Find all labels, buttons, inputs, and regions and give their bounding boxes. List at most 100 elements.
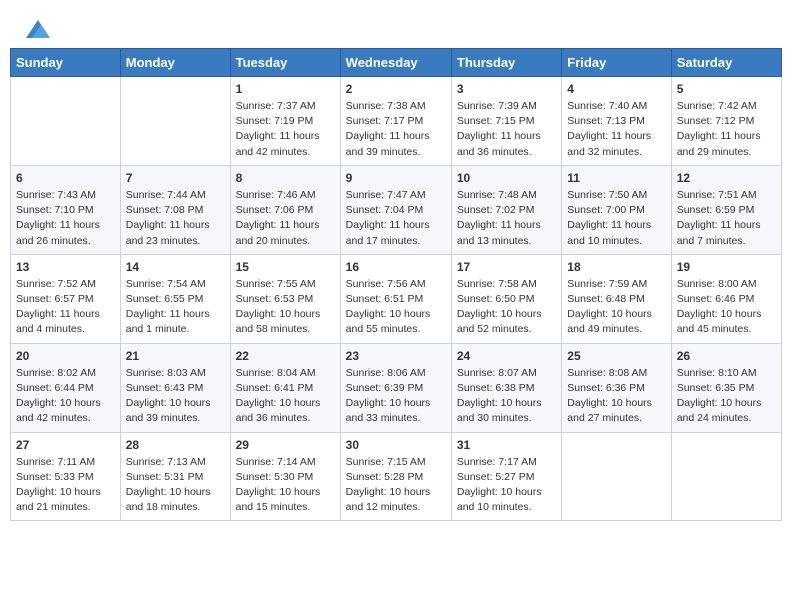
logo-icon	[26, 20, 50, 38]
day-number: 7	[126, 171, 225, 185]
day-info: Sunrise: 7:14 AM Sunset: 5:30 PM Dayligh…	[236, 455, 335, 516]
calendar-cell: 16 Sunrise: 7:56 AM Sunset: 6:51 PM Dayli…	[340, 254, 451, 343]
day-info: Sunrise: 7:42 AM Sunset: 7:12 PM Dayligh…	[677, 99, 776, 160]
day-number: 9	[346, 171, 446, 185]
day-info: Sunrise: 8:07 AM Sunset: 6:38 PM Dayligh…	[457, 366, 556, 427]
day-number: 11	[567, 171, 665, 185]
day-number: 4	[567, 82, 665, 96]
calendar-cell: 2Sunrise: 7:38 AM Sunset: 7:17 PM Daylig…	[340, 77, 451, 166]
calendar-cell: 13 Sunrise: 7:52 AM Sunset: 6:57 PM Dayli…	[11, 254, 121, 343]
calendar-cell: 6 Sunrise: 7:43 AM Sunset: 7:10 PM Daylig…	[11, 165, 121, 254]
calendar-cell: 15 Sunrise: 7:55 AM Sunset: 6:53 PM Dayli…	[230, 254, 340, 343]
day-info: Sunrise: 7:59 AM Sunset: 6:48 PM Dayligh…	[567, 277, 665, 338]
calendar-cell: 11 Sunrise: 7:50 AM Sunset: 7:00 PM Dayli…	[562, 165, 671, 254]
day-info: Sunrise: 7:55 AM Sunset: 6:53 PM Dayligh…	[236, 277, 335, 338]
day-number: 23	[346, 349, 446, 363]
day-info: Sunrise: 7:50 AM Sunset: 7:00 PM Dayligh…	[567, 188, 665, 249]
day-number: 10	[457, 171, 556, 185]
logo	[20, 20, 54, 38]
day-number: 22	[236, 349, 335, 363]
day-info: Sunrise: 8:06 AM Sunset: 6:39 PM Dayligh…	[346, 366, 446, 427]
calendar-cell: 26Sunrise: 8:10 AM Sunset: 6:35 PM Dayli…	[671, 343, 781, 432]
calendar-cell: 18 Sunrise: 7:59 AM Sunset: 6:48 PM Dayli…	[562, 254, 671, 343]
calendar-week-row: 27Sunrise: 7:11 AM Sunset: 5:33 PM Dayli…	[11, 432, 782, 521]
calendar-cell: 29 Sunrise: 7:14 AM Sunset: 5:30 PM Dayli…	[230, 432, 340, 521]
calendar-cell: 23 Sunrise: 8:06 AM Sunset: 6:39 PM Dayli…	[340, 343, 451, 432]
day-number: 29	[236, 438, 335, 452]
day-info: Sunrise: 7:13 AM Sunset: 5:31 PM Dayligh…	[126, 455, 225, 516]
day-info: Sunrise: 7:11 AM Sunset: 5:33 PM Dayligh…	[16, 455, 115, 516]
day-info: Sunrise: 8:08 AM Sunset: 6:36 PM Dayligh…	[567, 366, 665, 427]
day-number: 26	[677, 349, 776, 363]
day-number: 18	[567, 260, 665, 274]
day-info: Sunrise: 7:52 AM Sunset: 6:57 PM Dayligh…	[16, 277, 115, 338]
day-info: Sunrise: 7:15 AM Sunset: 5:28 PM Dayligh…	[346, 455, 446, 516]
calendar-cell	[562, 432, 671, 521]
day-info: Sunrise: 7:40 AM Sunset: 7:13 PM Dayligh…	[567, 99, 665, 160]
weekday-header: Thursday	[451, 49, 561, 77]
day-info: Sunrise: 7:43 AM Sunset: 7:10 PM Dayligh…	[16, 188, 115, 249]
weekday-header: Tuesday	[230, 49, 340, 77]
day-info: Sunrise: 8:03 AM Sunset: 6:43 PM Dayligh…	[126, 366, 225, 427]
calendar-cell: 3Sunrise: 7:39 AM Sunset: 7:15 PM Daylig…	[451, 77, 561, 166]
day-number: 30	[346, 438, 446, 452]
calendar-cell: 22Sunrise: 8:04 AM Sunset: 6:41 PM Dayli…	[230, 343, 340, 432]
calendar-cell: 25 Sunrise: 8:08 AM Sunset: 6:36 PM Dayli…	[562, 343, 671, 432]
day-number: 25	[567, 349, 665, 363]
day-number: 20	[16, 349, 115, 363]
day-info: Sunrise: 7:48 AM Sunset: 7:02 PM Dayligh…	[457, 188, 556, 249]
day-number: 15	[236, 260, 335, 274]
calendar-table: SundayMondayTuesdayWednesdayThursdayFrid…	[10, 48, 782, 521]
day-number: 21	[126, 349, 225, 363]
weekday-header: Friday	[562, 49, 671, 77]
day-number: 5	[677, 82, 776, 96]
calendar-cell: 28 Sunrise: 7:13 AM Sunset: 5:31 PM Dayli…	[120, 432, 230, 521]
day-number: 13	[16, 260, 115, 274]
weekday-header: Sunday	[11, 49, 121, 77]
weekday-header: Saturday	[671, 49, 781, 77]
day-number: 31	[457, 438, 556, 452]
day-info: Sunrise: 7:44 AM Sunset: 7:08 PM Dayligh…	[126, 188, 225, 249]
calendar-cell: 14Sunrise: 7:54 AM Sunset: 6:55 PM Dayli…	[120, 254, 230, 343]
calendar-week-row: 13 Sunrise: 7:52 AM Sunset: 6:57 PM Dayli…	[11, 254, 782, 343]
day-info: Sunrise: 7:46 AM Sunset: 7:06 PM Dayligh…	[236, 188, 335, 249]
day-info: Sunrise: 8:02 AM Sunset: 6:44 PM Dayligh…	[16, 366, 115, 427]
day-info: Sunrise: 7:17 AM Sunset: 5:27 PM Dayligh…	[457, 455, 556, 516]
day-number: 28	[126, 438, 225, 452]
calendar-week-row: 1Sunrise: 7:37 AM Sunset: 7:19 PM Daylig…	[11, 77, 782, 166]
calendar-cell: 31 Sunrise: 7:17 AM Sunset: 5:27 PM Dayli…	[451, 432, 561, 521]
day-number: 19	[677, 260, 776, 274]
calendar-cell: 21 Sunrise: 8:03 AM Sunset: 6:43 PM Dayli…	[120, 343, 230, 432]
calendar-cell: 20 Sunrise: 8:02 AM Sunset: 6:44 PM Dayli…	[11, 343, 121, 432]
day-number: 14	[126, 260, 225, 274]
calendar-week-row: 6 Sunrise: 7:43 AM Sunset: 7:10 PM Daylig…	[11, 165, 782, 254]
calendar-cell: 9Sunrise: 7:47 AM Sunset: 7:04 PM Daylig…	[340, 165, 451, 254]
calendar-cell: 24 Sunrise: 8:07 AM Sunset: 6:38 PM Dayli…	[451, 343, 561, 432]
day-number: 17	[457, 260, 556, 274]
day-info: Sunrise: 8:00 AM Sunset: 6:46 PM Dayligh…	[677, 277, 776, 338]
day-info: Sunrise: 7:58 AM Sunset: 6:50 PM Dayligh…	[457, 277, 556, 338]
weekday-header: Wednesday	[340, 49, 451, 77]
calendar-cell	[11, 77, 121, 166]
calendar-cell: 1Sunrise: 7:37 AM Sunset: 7:19 PM Daylig…	[230, 77, 340, 166]
day-number: 2	[346, 82, 446, 96]
calendar-cell: 30 Sunrise: 7:15 AM Sunset: 5:28 PM Dayli…	[340, 432, 451, 521]
day-number: 6	[16, 171, 115, 185]
calendar-cell	[120, 77, 230, 166]
day-info: Sunrise: 7:39 AM Sunset: 7:15 PM Dayligh…	[457, 99, 556, 160]
calendar-cell: 10 Sunrise: 7:48 AM Sunset: 7:02 PM Dayli…	[451, 165, 561, 254]
day-number: 24	[457, 349, 556, 363]
day-number: 8	[236, 171, 335, 185]
day-info: Sunrise: 7:56 AM Sunset: 6:51 PM Dayligh…	[346, 277, 446, 338]
day-number: 12	[677, 171, 776, 185]
calendar-header: SundayMondayTuesdayWednesdayThursdayFrid…	[11, 49, 782, 77]
calendar-cell: 7 Sunrise: 7:44 AM Sunset: 7:08 PM Daylig…	[120, 165, 230, 254]
page-header	[10, 10, 782, 43]
calendar-cell: 12 Sunrise: 7:51 AM Sunset: 6:59 PM Dayli…	[671, 165, 781, 254]
day-info: Sunrise: 7:51 AM Sunset: 6:59 PM Dayligh…	[677, 188, 776, 249]
day-number: 16	[346, 260, 446, 274]
calendar-cell: 8 Sunrise: 7:46 AM Sunset: 7:06 PM Daylig…	[230, 165, 340, 254]
calendar-cell: 27Sunrise: 7:11 AM Sunset: 5:33 PM Dayli…	[11, 432, 121, 521]
weekday-header: Monday	[120, 49, 230, 77]
calendar-cell	[671, 432, 781, 521]
